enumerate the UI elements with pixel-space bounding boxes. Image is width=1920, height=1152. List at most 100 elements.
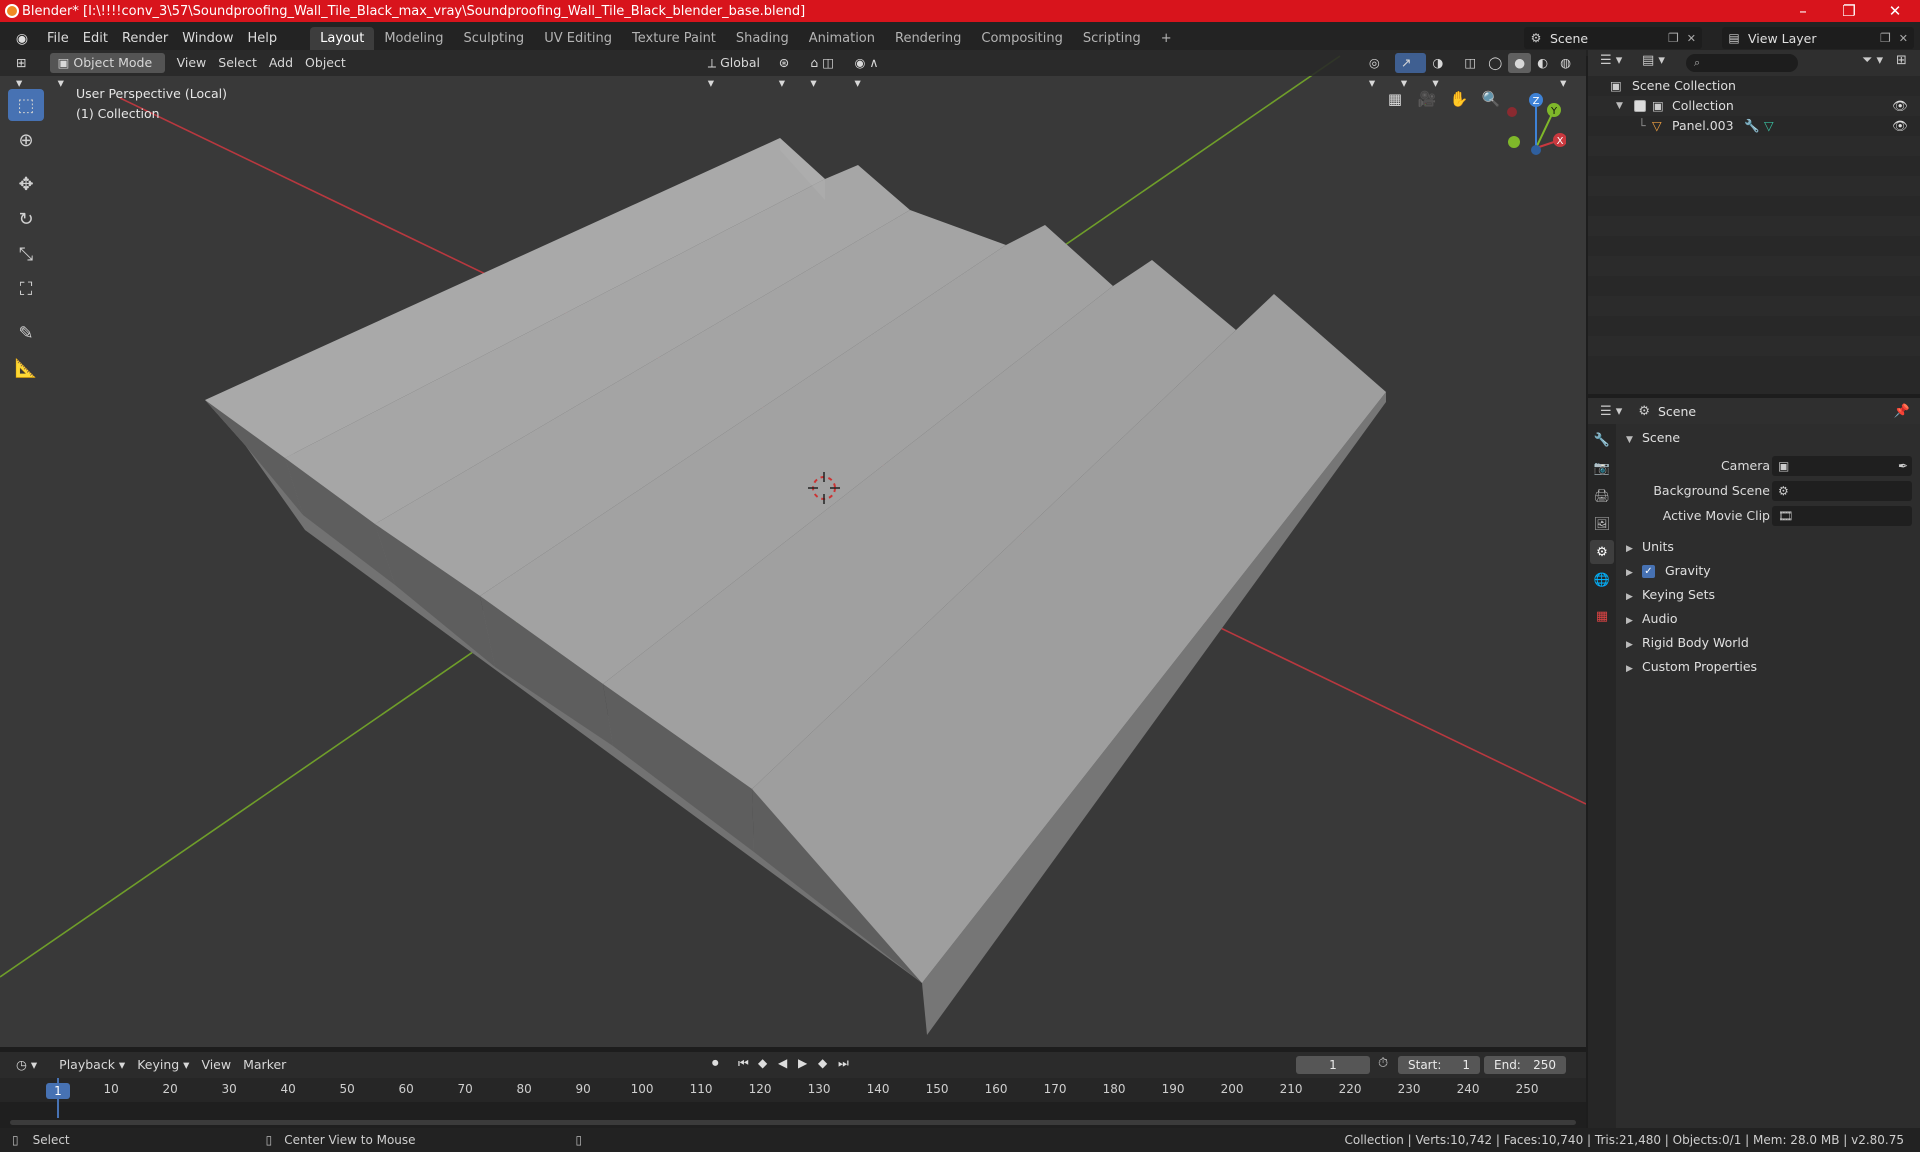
move-tool-icon[interactable]: ✥ (8, 168, 44, 200)
menu-view[interactable]: View (195, 1055, 237, 1075)
wireframe-shading-icon[interactable]: ◯ (1482, 53, 1508, 73)
menu-help[interactable]: Help (241, 27, 285, 51)
3d-viewport[interactable] (0, 50, 1586, 1047)
measure-tool-icon[interactable]: 📐 (8, 352, 44, 384)
view-layer-tab-icon[interactable]: 🖼 (1590, 512, 1614, 536)
tab-texture-paint[interactable]: Texture Paint (622, 27, 726, 51)
editor-type-button[interactable]: ⊞ ▾ (10, 53, 42, 90)
proportional-edit-icon[interactable]: ◉ ∧ ▾ (848, 53, 892, 90)
add-workspace-button[interactable]: + (1151, 27, 1182, 51)
frame-ruler[interactable]: 10 20 30 40 50 60 70 80 90 100 110 120 130 140 150 160 1… (0, 1078, 1586, 1102)
tab-animation[interactable]: Animation (799, 27, 885, 51)
current-frame-field[interactable]: 1 (1296, 1056, 1370, 1074)
menu-file[interactable]: File (40, 27, 76, 51)
pivot-icon[interactable]: ⊛ ▾ (773, 53, 805, 90)
tab-modeling[interactable]: Modeling (374, 27, 453, 51)
start-frame-field[interactable]: Start: 1 (1398, 1056, 1480, 1074)
timeline-area[interactable]: 10 20 30 40 50 60 70 80 90 100 110 120 130 140 150 160 1… (0, 1078, 1586, 1128)
solid-shading-icon[interactable]: ● (1508, 53, 1532, 73)
close-icon[interactable]: ✕ (1899, 32, 1908, 45)
visibility-icon[interactable]: ◎ ▾ (1363, 53, 1395, 90)
tab-scripting[interactable]: Scripting (1073, 27, 1151, 51)
close-button[interactable]: ✕ (1872, 0, 1918, 22)
new-collection-icon[interactable]: ⊞ (1896, 53, 1907, 68)
audio-panel-header[interactable]: ▶ Audio (1626, 607, 1678, 631)
orientation-selector[interactable]: ⟂ Global ▾ (702, 53, 773, 90)
mode-selector[interactable]: ▣ Object Mode ▾ (49, 53, 165, 90)
select-box-tool-icon[interactable]: ⬚ (8, 89, 44, 121)
axis-gizmo[interactable]: Z Y X (1496, 88, 1566, 158)
outliner-row-collection[interactable]: ▼ ▣ Collection 👁 (1588, 96, 1920, 116)
menu-add[interactable]: Add (263, 53, 299, 73)
minimize-button[interactable]: – (1780, 0, 1826, 22)
blender-menu-icon[interactable]: ◉ (12, 29, 32, 49)
jump-start-icon[interactable]: ⏮ (738, 1056, 749, 1071)
prev-keyframe-icon[interactable]: ◆ (758, 1056, 767, 1070)
outliner-row-scene-collection[interactable]: ▣ Scene Collection (1588, 76, 1920, 96)
annotate-tool-icon[interactable]: ✎ (8, 317, 44, 349)
camera-field[interactable]: ▣ ✒ (1772, 456, 1912, 476)
copy-icon[interactable]: ❐ (1880, 31, 1891, 45)
gravity-checkbox[interactable]: ✓ (1641, 565, 1655, 578)
scene-selector[interactable]: ⚙ Scene ❐ ✕ (1524, 27, 1702, 49)
view-layer-selector[interactable]: ▤ View Layer ❐ ✕ (1722, 27, 1914, 49)
menu-marker[interactable]: Marker (237, 1055, 292, 1075)
editor-type-icon[interactable]: ◷ ▾ (10, 1055, 43, 1075)
world-tab-icon[interactable]: 🌐 (1590, 568, 1614, 592)
maximize-button[interactable]: ❐ (1826, 0, 1872, 22)
outliner-row-panel[interactable]: └ ▽ Panel.003 🔧 ▽ 👁 (1588, 116, 1920, 136)
tab-shading[interactable]: Shading (726, 27, 799, 51)
filter-icon[interactable]: ⏷ ▾ (1862, 53, 1883, 68)
output-tab-icon[interactable]: 🖨 (1590, 484, 1614, 508)
pan-hand-icon[interactable]: ✋ (1446, 86, 1472, 112)
rendered-shading-icon[interactable]: ◍ ▾ (1554, 53, 1586, 90)
menu-window[interactable]: Window (175, 27, 240, 51)
tab-layout[interactable]: Layout (310, 27, 375, 51)
units-panel-header[interactable]: ▶ Units (1626, 535, 1674, 559)
render-tab-icon[interactable]: 📷 (1590, 456, 1614, 480)
menu-select[interactable]: Select (212, 53, 263, 73)
collection-checkbox[interactable] (1634, 100, 1646, 112)
menu-view[interactable]: View (171, 53, 213, 73)
menu-keying[interactable]: Keying ▾ (131, 1055, 195, 1075)
scale-tool-icon[interactable]: ⤡ (8, 238, 44, 270)
active-movie-clip-field[interactable]: 🎞 (1772, 506, 1912, 526)
playhead-frame-label[interactable]: 1 (46, 1083, 70, 1099)
end-frame-field[interactable]: End: 250 (1484, 1056, 1566, 1074)
eye-icon[interactable]: 👁 (1892, 96, 1908, 116)
pin-icon[interactable]: 📌 (1894, 404, 1910, 419)
collapse-triangle-icon[interactable]: ▼ (1616, 96, 1623, 116)
tab-compositing[interactable]: Compositing (971, 27, 1073, 51)
tab-uv-editing[interactable]: UV Editing (534, 27, 622, 51)
display-mode-icon[interactable]: ▤ ▾ (1642, 53, 1665, 68)
scene-tab-icon[interactable]: ⚙ (1590, 540, 1614, 564)
stopwatch-icon[interactable]: ⏱ (1378, 1056, 1388, 1071)
tab-sculpting[interactable]: Sculpting (453, 27, 534, 51)
copy-icon[interactable]: ❐ (1668, 31, 1679, 45)
editor-type-icon[interactable]: ☰ ▾ (1600, 404, 1622, 419)
outliner-search-input[interactable]: ⌕ (1686, 54, 1798, 72)
rigid-body-world-panel-header[interactable]: ▶ Rigid Body World (1626, 631, 1749, 655)
keying-sets-panel-header[interactable]: ▶ Keying Sets (1626, 583, 1715, 607)
grid-view-icon[interactable]: ▦ (1382, 86, 1408, 112)
neg-z-axis-icon[interactable] (1531, 145, 1541, 155)
texture-tab-icon[interactable]: ▦ (1590, 604, 1614, 628)
record-icon[interactable]: ⏺ (712, 1056, 719, 1071)
neg-x-axis-icon[interactable] (1507, 107, 1517, 117)
xray-icon[interactable]: ◫ (1458, 53, 1482, 73)
play-reverse-icon[interactable]: ◀ (778, 1056, 787, 1070)
editor-type-icon[interactable]: ☰ ▾ (1600, 53, 1622, 68)
gravity-panel-header[interactable]: ▶ ✓ Gravity (1626, 559, 1711, 583)
neg-y-axis-icon[interactable] (1508, 136, 1520, 148)
play-icon[interactable]: ▶ (798, 1056, 807, 1070)
overlay-toggle-icon[interactable]: ◑ ▾ (1426, 53, 1458, 90)
jump-end-icon[interactable]: ⏭ (838, 1056, 849, 1071)
eye-icon[interactable]: 👁 (1892, 116, 1908, 136)
tool-tab-icon[interactable]: 🔧 (1590, 428, 1614, 452)
gizmo-toggle-icon[interactable]: ↗ ▾ (1394, 53, 1427, 90)
background-scene-field[interactable]: ⚙ (1772, 481, 1912, 501)
next-keyframe-icon[interactable]: ◆ (818, 1056, 827, 1070)
tab-rendering[interactable]: Rendering (885, 27, 971, 51)
menu-edit[interactable]: Edit (76, 27, 115, 51)
timeline-scrollbar[interactable] (10, 1120, 1576, 1125)
